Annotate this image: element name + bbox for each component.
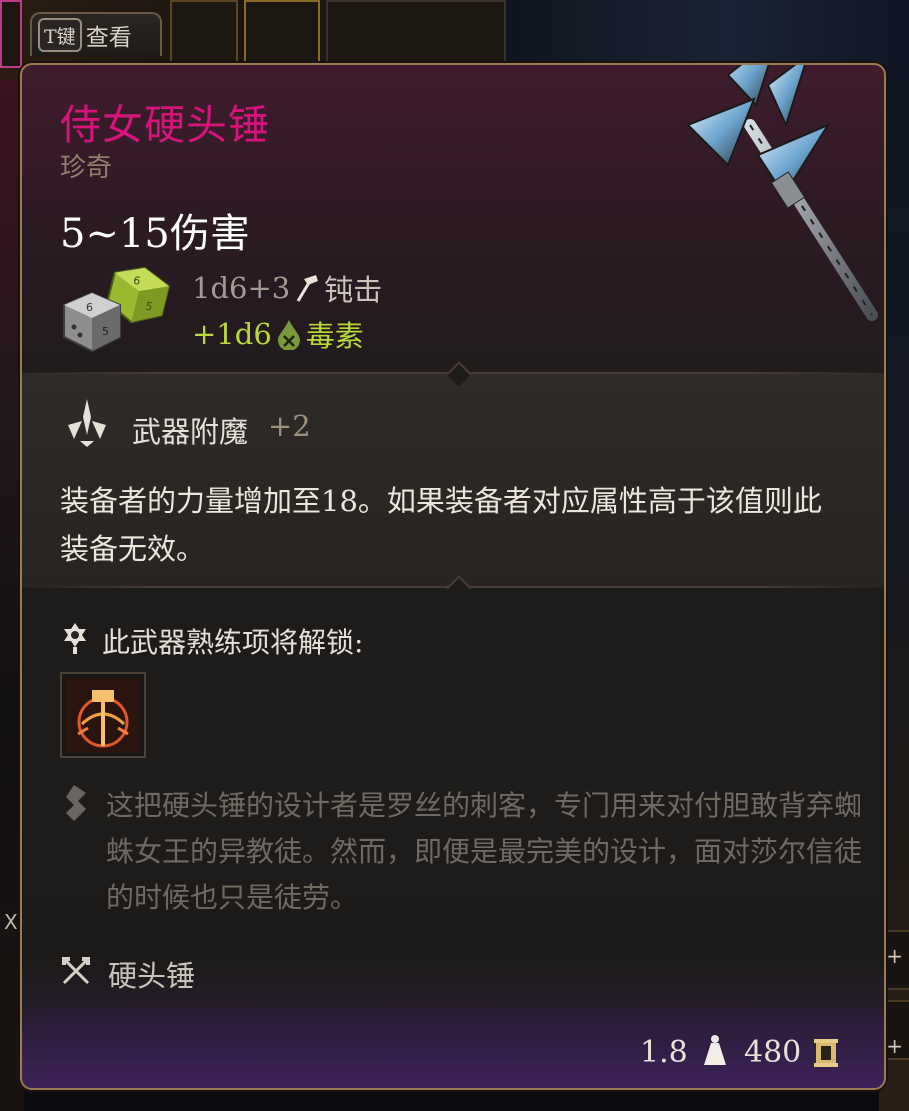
- close-icon[interactable]: X: [4, 910, 18, 934]
- weapon-action-slot[interactable]: [60, 672, 146, 758]
- section-divider: [22, 361, 884, 387]
- plus-icon[interactable]: +: [886, 1034, 903, 1058]
- blunt-hammer-icon: [296, 275, 319, 302]
- proficiency-icon: [64, 623, 86, 654]
- keybind-badge: T键: [38, 18, 82, 52]
- enchantment-bonus: +2: [268, 409, 311, 443]
- proficiency-title: 此武器熟练项将解锁:: [102, 626, 364, 659]
- damage-line-blunt: 1d6+3 钝击: [192, 267, 382, 309]
- inventory-slot[interactable]: [170, 0, 238, 68]
- enchantment-title: 武器附魔: [132, 415, 249, 449]
- item-name: 侍女硬头锤: [60, 101, 270, 149]
- inventory-slot[interactable]: [326, 0, 506, 68]
- section-divider: [22, 575, 884, 601]
- inventory-slot[interactable]: [0, 0, 22, 68]
- tooltip-header: 侍女硬头锤 珍奇 5~15伤害 6 5 6 5 1d6+3 钝击 +1d6 毒素: [22, 65, 884, 370]
- item-price: 480: [744, 1035, 802, 1070]
- damage-dice: 1d6+3: [192, 271, 291, 305]
- enchantment-description: 装备者的力量增加至18。如果装备者对应属性高于该值则此装备无效。: [60, 484, 822, 566]
- item-tooltip: 侍女硬头锤 珍奇 5~15伤害 6 5 6 5 1d6+3 钝击 +1d6 毒素…: [20, 63, 886, 1090]
- damage-range: 5~15伤害: [60, 211, 250, 257]
- lore-description: 这把硬头锤的设计者是罗丝的刺客，专门用来对付胆敢背弃蜘蛛女王的异教徒。然而，即便…: [106, 789, 863, 914]
- weapon-enchantment-icon: [68, 399, 106, 447]
- inspect-label: 查看: [85, 25, 132, 51]
- damage-type: 钝击: [324, 273, 383, 307]
- weapon-action-icon: [66, 678, 140, 752]
- mace-item-image: [686, 65, 878, 321]
- plus-icon[interactable]: +: [886, 944, 903, 968]
- dice-icon: 6 5 6 5: [63, 266, 170, 353]
- lore-quill-icon: [66, 785, 86, 821]
- item-rarity: 珍奇: [60, 153, 113, 183]
- svg-text:5: 5: [102, 325, 109, 338]
- inventory-slot[interactable]: [244, 0, 320, 68]
- weapon-type: 硬头锤: [108, 959, 196, 993]
- damage-dice: +1d6: [192, 317, 272, 351]
- svg-text:6: 6: [86, 301, 93, 314]
- weight-icon: [704, 1035, 726, 1065]
- crossed-weapons-icon: [62, 957, 90, 985]
- gold-coin-icon: [814, 1039, 838, 1067]
- damage-type: 毒素: [305, 319, 364, 353]
- poison-drop-icon: [277, 320, 300, 350]
- damage-line-poison: +1d6 毒素: [192, 313, 364, 355]
- item-weight: 1.8: [640, 1035, 688, 1070]
- inspect-hint[interactable]: T键 查看: [30, 12, 162, 56]
